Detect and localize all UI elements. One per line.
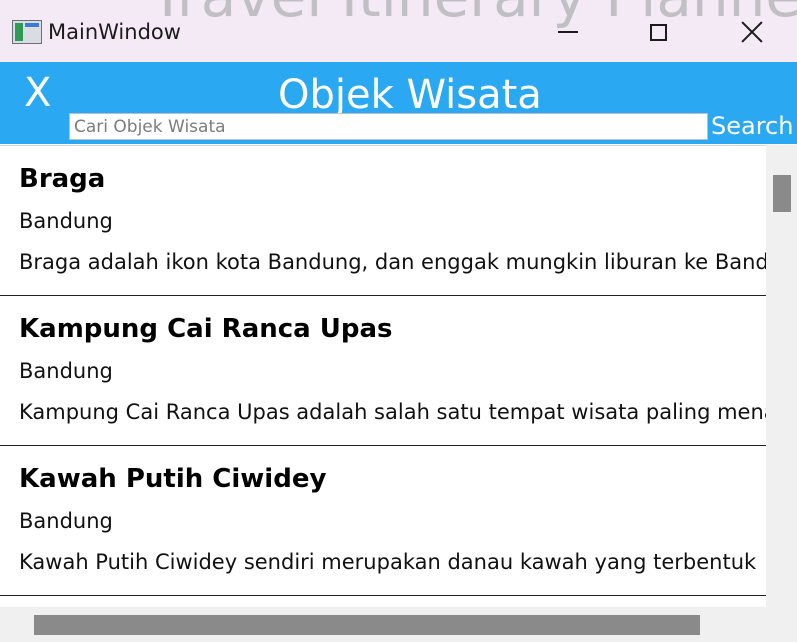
item-name: Kampung Cai Ranca Upas [19, 314, 393, 344]
window-title: MainWindow [48, 20, 181, 44]
minimize-button[interactable] [538, 10, 598, 54]
close-icon [741, 21, 763, 43]
list-item[interactable]: Kampung Cai Ranca Upas Bandung Kampung C… [0, 296, 766, 446]
app-header: X Objek Wisata Search! [0, 62, 797, 144]
maximize-button[interactable] [628, 10, 688, 54]
main-window: Travel Itinerary Planner MainWindow X Ob… [0, 0, 797, 642]
item-description: Braga adalah ikon kota Bandung, dan engg… [19, 250, 766, 274]
list-item[interactable]: Kawah Putih Ciwidey Bandung Kawah Putih … [0, 446, 766, 596]
search-input[interactable] [69, 113, 708, 140]
background-app-title: Travel Itinerary Planner [150, 0, 797, 30]
attraction-list[interactable]: Braga Bandung Braga adalah ikon kota Ban… [0, 145, 766, 608]
back-button[interactable]: X [24, 70, 51, 116]
item-name: Kawah Putih Ciwidey [19, 464, 327, 494]
item-city: Bandung [19, 359, 113, 383]
app-icon [12, 20, 42, 44]
minimize-icon [558, 31, 578, 33]
item-description: Kawah Putih Ciwidey sendiri merupakan da… [19, 550, 757, 574]
vertical-scroll-thumb[interactable] [773, 175, 791, 212]
page-title: Objek Wisata [278, 72, 542, 118]
horizontal-scrollbar[interactable] [0, 607, 797, 642]
title-bar[interactable]: Travel Itinerary Planner MainWindow [0, 0, 797, 62]
horizontal-scroll-thumb[interactable] [34, 615, 700, 635]
item-description: Kampung Cai Ranca Upas adalah salah satu… [19, 400, 766, 424]
list-item[interactable]: Braga Bandung Braga adalah ikon kota Ban… [0, 146, 766, 296]
search-button[interactable]: Search! [711, 112, 797, 140]
item-city: Bandung [19, 209, 113, 233]
item-name: Braga [19, 164, 106, 194]
close-button[interactable] [722, 10, 782, 54]
item-city: Bandung [19, 509, 113, 533]
maximize-icon [649, 23, 667, 41]
vertical-scrollbar[interactable] [766, 145, 797, 607]
